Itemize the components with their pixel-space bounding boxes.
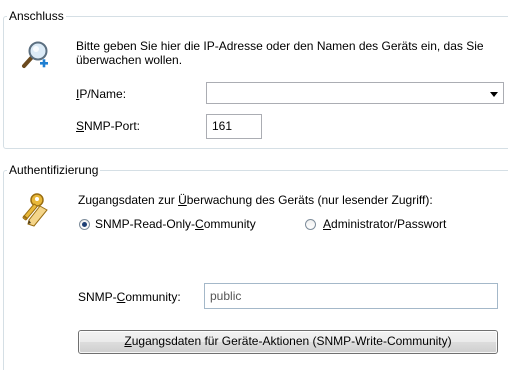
radio-administrator-password[interactable] bbox=[305, 219, 316, 230]
authentication-legend: Authentifizierung bbox=[7, 163, 101, 177]
ip-name-label: IP/Name: bbox=[76, 87, 127, 101]
keys-pencil-icon bbox=[22, 193, 48, 227]
dropdown-arrow-icon[interactable] bbox=[490, 92, 498, 97]
authentication-description: Zugangsdaten zur Überwachung des Geräts … bbox=[78, 193, 433, 207]
snmp-community-input[interactable]: public bbox=[204, 283, 498, 309]
snmp-port-label: SNMP-Port: bbox=[76, 119, 141, 133]
snmp-community-label: SNMP-Community: bbox=[78, 290, 181, 304]
radio-snmp-read-only-community-label[interactable]: SNMP-Read-Only-Community bbox=[95, 217, 256, 231]
snmp-port-input[interactable]: 161 bbox=[206, 114, 262, 139]
snmp-device-dialog: Anschluss Bitte geben Sie hier die IP-Ad… bbox=[0, 0, 508, 370]
write-community-button-label: Zugangsdaten für Geräte-Aktionen (SNMP-W… bbox=[124, 334, 452, 348]
ip-name-combobox[interactable] bbox=[206, 82, 504, 104]
connection-legend: Anschluss bbox=[7, 9, 66, 23]
magnifier-add-icon bbox=[22, 41, 48, 68]
write-community-credentials-button[interactable]: Zugangsdaten für Geräte-Aktionen (SNMP-W… bbox=[78, 330, 498, 354]
connection-description: Bitte geben Sie hier die IP-Adresse oder… bbox=[76, 39, 484, 67]
radio-snmp-read-only-community[interactable] bbox=[79, 219, 90, 230]
radio-administrator-password-label[interactable]: Administrator/Passwort bbox=[323, 217, 446, 231]
